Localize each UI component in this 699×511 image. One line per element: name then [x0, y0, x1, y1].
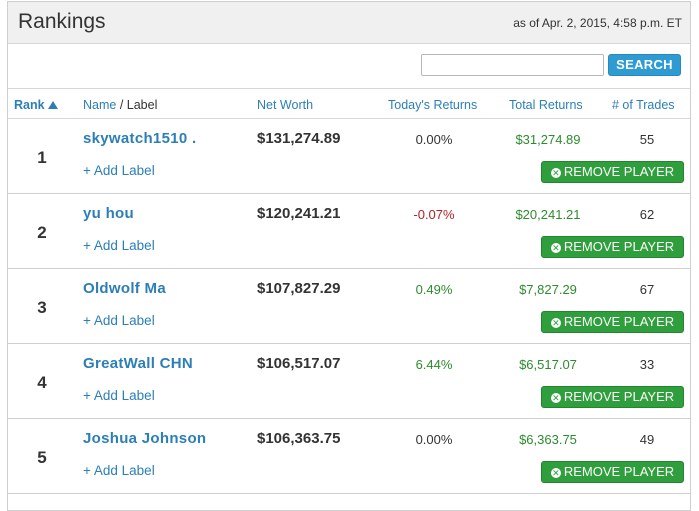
add-label-link[interactable]: + Add Label: [83, 238, 155, 253]
remove-x-circle-icon: ✕: [550, 393, 561, 403]
rank-value: 1: [37, 148, 47, 167]
search-button[interactable]: SEARCH: [608, 54, 681, 76]
rank-value: 5: [37, 448, 47, 467]
add-label-link[interactable]: + Add Label: [83, 463, 155, 478]
remove-player-label: REMOVE PLAYER: [563, 239, 675, 254]
add-label-link[interactable]: + Add Label: [83, 388, 155, 403]
total-returns-value: $6,363.75: [519, 432, 577, 447]
trades-count-value: 33: [639, 357, 655, 372]
remove-player-button[interactable]: ✕ REMOVE PLAYER: [541, 311, 684, 333]
player-name-link[interactable]: Joshua Johnson: [83, 430, 206, 447]
rank-value: 4: [37, 373, 47, 392]
remove-x-circle-icon: ✕: [550, 318, 561, 328]
rank-value: 3: [37, 298, 47, 317]
search-bar: SEARCH: [8, 44, 690, 89]
column-header-name-label: Name / Label: [83, 98, 157, 112]
table-row: 1 skywatch1510 . + Add Label $131,274.89…: [8, 119, 690, 194]
trades-count-value: 67: [639, 282, 655, 297]
add-label-link[interactable]: + Add Label: [83, 163, 155, 178]
trades-count-value: 62: [639, 207, 655, 222]
rankings-panel: Rankings as of Apr. 2, 2015, 4:58 p.m. E…: [7, 1, 691, 511]
remove-x-circle-icon: ✕: [550, 168, 561, 178]
remove-player-label: REMOVE PLAYER: [563, 314, 675, 329]
add-label-link[interactable]: + Add Label: [83, 313, 155, 328]
remove-player-label: REMOVE PLAYER: [563, 164, 675, 179]
net-worth-value: $120,241.21: [257, 205, 341, 222]
net-worth-value: $107,827.29: [257, 280, 341, 297]
todays-returns-value: 6.44%: [415, 357, 453, 372]
player-name-link[interactable]: yu hou: [83, 205, 134, 222]
panel-header: Rankings as of Apr. 2, 2015, 4:58 p.m. E…: [8, 2, 690, 44]
column-header-total-returns[interactable]: Total Returns: [509, 98, 583, 112]
column-header-net-worth[interactable]: Net Worth: [257, 98, 313, 112]
table-row: 4 GreatWall CHN + Add Label $106,517.07 …: [8, 344, 690, 419]
player-name-link[interactable]: Oldwolf Ma: [83, 280, 166, 297]
table-row: 5 Joshua Johnson + Add Label $106,363.75…: [8, 419, 690, 494]
search-input[interactable]: [421, 54, 604, 76]
page-title: Rankings: [18, 10, 106, 33]
net-worth-value: $106,517.07: [257, 355, 341, 372]
column-header-trades[interactable]: # of Trades: [612, 98, 675, 112]
total-returns-value: $31,274.89: [515, 132, 581, 147]
remove-player-button[interactable]: ✕ REMOVE PLAYER: [541, 161, 684, 183]
remove-player-button[interactable]: ✕ REMOVE PLAYER: [541, 461, 684, 483]
remove-x-circle-icon: ✕: [550, 243, 561, 253]
column-headers: Rank Name / Label Net Worth Today's Retu…: [8, 89, 690, 119]
column-header-name[interactable]: Name: [83, 98, 116, 112]
remove-player-label: REMOVE PLAYER: [563, 389, 675, 404]
todays-returns-value: 0.00%: [415, 132, 453, 147]
player-name-link[interactable]: GreatWall CHN: [83, 355, 193, 372]
table-row: 3 Oldwolf Ma + Add Label $107,827.29 0.4…: [8, 269, 690, 344]
column-header-rank[interactable]: Rank: [14, 98, 58, 112]
as-of-timestamp: as of Apr. 2, 2015, 4:58 p.m. ET: [513, 16, 682, 30]
trades-count-value: 49: [639, 432, 655, 447]
column-header-todays-returns[interactable]: Today's Returns: [388, 98, 477, 112]
remove-player-button[interactable]: ✕ REMOVE PLAYER: [541, 386, 684, 408]
column-header-label: Label: [126, 98, 158, 112]
trades-count-value: 55: [639, 132, 655, 147]
todays-returns-value: -0.07%: [413, 207, 455, 222]
net-worth-value: $131,274.89: [257, 130, 341, 147]
net-worth-value: $106,363.75: [257, 430, 341, 447]
sort-ascending-icon: [47, 101, 58, 109]
remove-player-label: REMOVE PLAYER: [563, 464, 675, 479]
todays-returns-value: 0.00%: [415, 432, 453, 447]
table-row: 2 yu hou + Add Label $120,241.21 -0.07% …: [8, 194, 690, 269]
column-header-separator: /: [116, 98, 127, 112]
remove-x-circle-icon: ✕: [550, 468, 561, 478]
player-name-link[interactable]: skywatch1510 .: [83, 130, 196, 147]
total-returns-value: $6,517.07: [519, 357, 577, 372]
rank-value: 2: [37, 223, 47, 242]
todays-returns-value: 0.49%: [415, 282, 453, 297]
total-returns-value: $7,827.29: [519, 282, 577, 297]
column-header-rank-label: Rank: [14, 98, 45, 112]
remove-player-button[interactable]: ✕ REMOVE PLAYER: [541, 236, 684, 258]
total-returns-value: $20,241.21: [515, 207, 581, 222]
rankings-table-body: 1 skywatch1510 . + Add Label $131,274.89…: [8, 119, 690, 494]
